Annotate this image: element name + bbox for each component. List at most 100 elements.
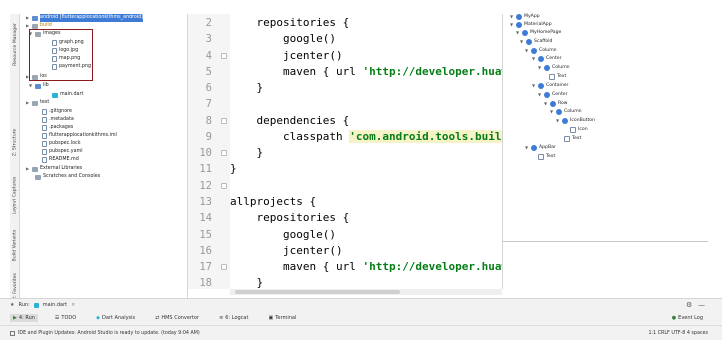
file-icon	[42, 149, 47, 155]
widget-icon	[538, 56, 544, 62]
widget-tree-item[interactable]: ▼ MyHomePage	[516, 29, 561, 37]
editor-horizontal-scrollbar[interactable]	[230, 289, 502, 295]
widget-tree-item[interactable]: ▼ IconButton	[556, 117, 595, 125]
line-number: 16	[199, 245, 212, 257]
run-label: Run:	[18, 302, 30, 308]
line-number: 14	[199, 212, 212, 224]
widget-label: Text	[557, 74, 567, 79]
structure-tab[interactable]: Z: Structure	[10, 120, 20, 164]
line-number: 6	[205, 82, 212, 94]
fold-marker-icon[interactable]	[221, 264, 227, 270]
status-right: 1:1 CRLF UTF-8 4 spaces	[648, 330, 708, 336]
widget-tree-item[interactable]: ▼ Column	[538, 64, 570, 72]
favorites-tab[interactable]: 2: Favorites	[10, 272, 20, 300]
minimize-icon[interactable]: —	[698, 301, 705, 309]
code-line: }	[230, 81, 264, 94]
code-line: dependencies {	[230, 114, 350, 127]
close-icon[interactable]: ×	[71, 302, 75, 308]
run-icon: ★	[10, 302, 15, 308]
event-log-button[interactable]: ● Event Log	[669, 314, 706, 322]
widget-tree-item[interactable]: Text	[543, 73, 566, 81]
project-tree-label: lib	[43, 83, 49, 88]
widget-tree-item[interactable]: ▼ Center	[532, 55, 561, 63]
code-line: google()	[230, 228, 336, 241]
code-line: allprojects {	[230, 195, 317, 208]
scratch-icon	[35, 174, 41, 180]
fold-marker-icon[interactable]	[221, 150, 227, 156]
project-tree-item[interactable]: ▶ android [flutterapplocationkithms_andro…	[26, 14, 144, 22]
widget-icon	[531, 145, 537, 151]
file-icon	[42, 141, 47, 147]
code-line: }	[230, 162, 237, 175]
code-line: maven { url 'http://developer.huawei	[230, 65, 502, 78]
widget-icon	[562, 118, 568, 124]
tab-logcat[interactable]: ≡ 6: Logcat	[216, 314, 251, 322]
widget-tree-item[interactable]: ▼ MyApp	[510, 13, 540, 21]
line-number: 4	[205, 50, 212, 62]
build-variants-tab[interactable]: Build Variants	[10, 226, 20, 264]
event-log-icon: ●	[671, 315, 677, 321]
tab-todo[interactable]: ☰ TODO	[52, 314, 79, 322]
widget-tree-item[interactable]: ▼ Row	[544, 100, 568, 108]
project-tree-item[interactable]: pubspec.lock	[36, 140, 80, 148]
widget-tree-item[interactable]: ▼ Scaffold	[520, 38, 552, 46]
code-editor[interactable]: repositories { google() jcenter() maven …	[230, 14, 502, 289]
widget-tree-item[interactable]: Text	[558, 135, 581, 143]
widget-tree-item[interactable]: ▼ Column	[525, 47, 557, 55]
layout-captures-tab[interactable]: Layout Captures	[10, 172, 20, 218]
widget-tree-item[interactable]: ▼ Center	[538, 91, 567, 99]
widget-tree-item[interactable]: ▼ AppBar	[525, 144, 556, 152]
widget-tree-item[interactable]: ▼ MaterialApp	[510, 21, 552, 29]
tab-hms-convertor[interactable]: ⇄ HMS Convertor	[152, 314, 202, 322]
project-tree-item[interactable]: ▶ External Libraries	[26, 165, 82, 173]
gear-icon[interactable]: ⚙	[686, 301, 692, 309]
project-tree-item[interactable]: .packages	[36, 124, 73, 132]
widget-icon	[526, 39, 532, 45]
widget-tree-item[interactable]: ▼ Container	[532, 82, 568, 90]
widget-label: Text	[572, 136, 582, 141]
project-tree-label: External Libraries	[40, 166, 83, 171]
project-tree-item[interactable]: pubspec.yaml	[36, 148, 83, 156]
notification-icon	[10, 330, 15, 336]
list-icon: ☰	[54, 315, 60, 321]
widget-tree-item[interactable]: ▼ Column	[550, 108, 582, 116]
project-tree-label: pubspec.lock	[49, 141, 81, 146]
status-message[interactable]: IDE and Plugin Updates: Android Studio i…	[18, 331, 200, 336]
status-bar: IDE and Plugin Updates: Android Studio i…	[0, 325, 722, 340]
fold-marker-icon[interactable]	[221, 53, 227, 59]
widget-label: Scaffold	[534, 39, 553, 44]
fold-marker-icon[interactable]	[221, 118, 227, 124]
widget-label: Center	[552, 92, 568, 97]
widget-icon	[544, 65, 550, 71]
widget-label: Icon	[578, 127, 588, 132]
run-bar: ★ Run: main.dart ×	[10, 301, 75, 309]
project-tree-item[interactable]: ▼ lib	[29, 82, 49, 90]
code-line: repositories {	[230, 16, 350, 29]
widget-tree-item[interactable]: Icon	[564, 126, 588, 134]
inspector-divider[interactable]	[502, 241, 708, 242]
project-tree-item[interactable]: main.dart	[46, 91, 83, 99]
project-tree-item[interactable]: Scratches and Consoles	[29, 173, 100, 181]
android-studio-window: Resource Manager Z: Structure Layout Cap…	[0, 0, 722, 340]
project-tree-label: pubspec.yaml	[49, 149, 83, 154]
run-config-tab[interactable]: main.dart	[43, 302, 67, 308]
widget-tree-item[interactable]: Text	[532, 153, 555, 161]
widget-icon	[550, 101, 556, 107]
tab-run[interactable]: ▶ 4: Run	[10, 314, 38, 322]
scrollbar-thumb[interactable]	[235, 290, 400, 294]
project-tree-item[interactable]: .metadata	[36, 116, 74, 124]
widget-label: IconButton	[570, 118, 595, 123]
tab-terminal[interactable]: ▣ Terminal	[265, 314, 299, 322]
fold-marker-icon[interactable]	[221, 183, 227, 189]
project-tree-item[interactable]: .gitignore	[36, 108, 72, 116]
line-number: 18	[199, 277, 212, 289]
project-tree-item[interactable]: flutterapplocationkithms.iml	[36, 132, 117, 140]
project-tree-label: .gitignore	[49, 109, 72, 114]
project-tree-item[interactable]: README.md	[36, 156, 79, 164]
tab-dart-analysis[interactable]: ◆ Dart Analysis	[93, 314, 138, 322]
project-tree-label: .packages	[49, 125, 74, 130]
project-tree-item[interactable]: ▶ test	[26, 99, 49, 107]
folder-icon	[32, 100, 38, 106]
resource-manager-tab[interactable]: Resource Manager	[10, 16, 20, 72]
bottom-tool-tabs: ▶ 4: Run ☰ TODO ◆ Dart Analysis ⇄ HMS Conver…	[10, 313, 722, 323]
